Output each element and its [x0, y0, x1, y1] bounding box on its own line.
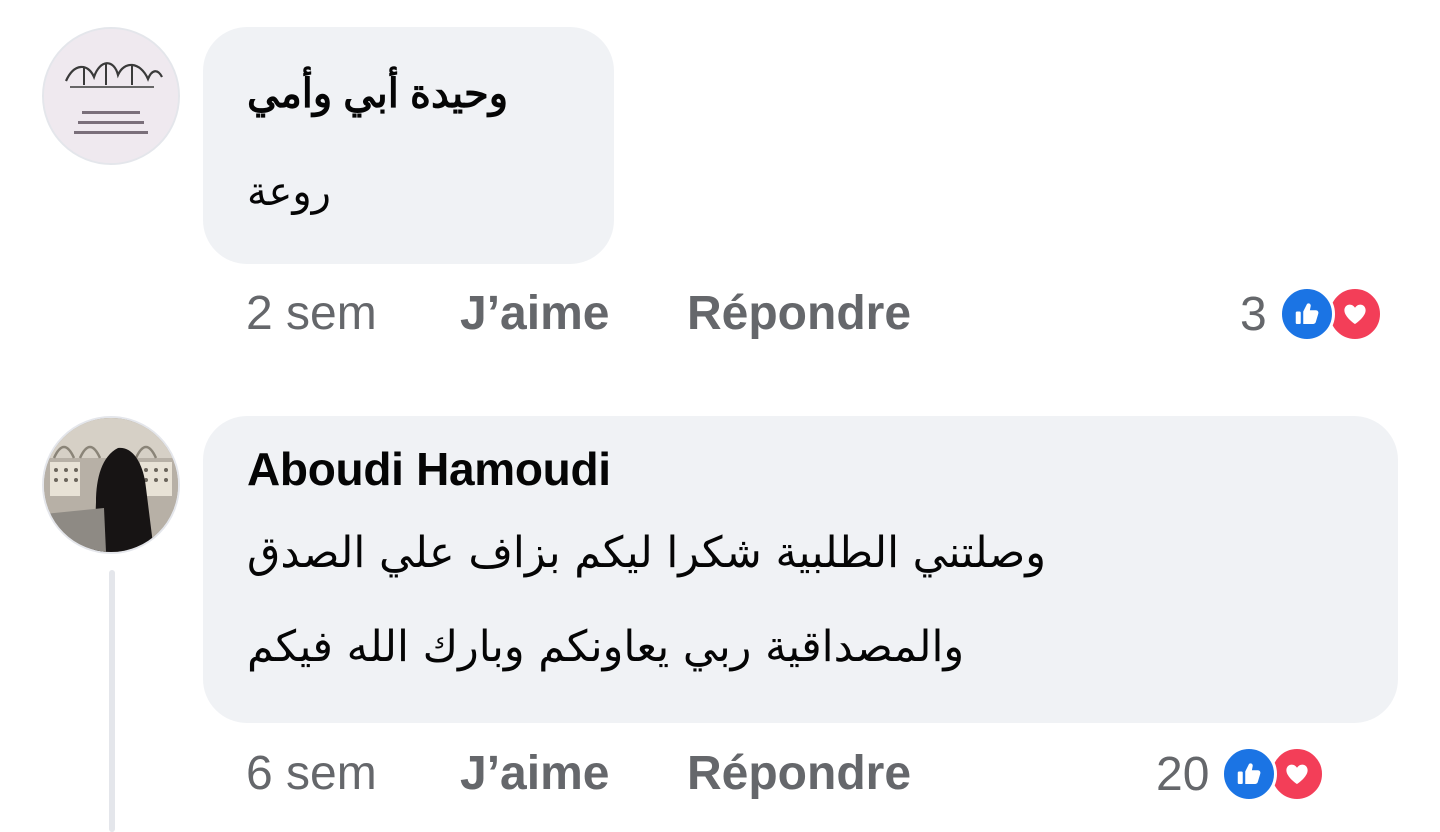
love-reaction-icon — [1326, 286, 1383, 342]
avatar[interactable] — [42, 416, 180, 554]
reactions-summary[interactable]: 20 — [1156, 744, 1326, 804]
like-reaction-icon — [1278, 286, 1335, 342]
comment-author[interactable]: Aboudi Hamoudi — [247, 442, 611, 496]
comment-text-line: وصلتني الطلبية شكرا ليكم بزاف علي الصدق — [247, 528, 1046, 578]
reaction-count: 20 — [1156, 747, 1210, 801]
reply-button[interactable]: Répondre — [687, 746, 911, 801]
comments-thread: وحيدة أبي وأمي روعة 2 sem J’aime Répondr… — [0, 0, 1440, 832]
thread-connector — [109, 570, 115, 832]
love-reaction-icon — [1269, 746, 1326, 802]
comment-bubble: Aboudi Hamoudi وصلتني الطلبية شكرا ليكم … — [203, 416, 1398, 723]
comment-author[interactable]: وحيدة أبي وأمي — [247, 71, 508, 117]
comment-bubble: وحيدة أبي وأمي روعة — [203, 27, 614, 264]
like-button[interactable]: J’aime — [460, 286, 609, 341]
comment-timestamp[interactable]: 6 sem — [246, 746, 377, 801]
calligraphy-avatar-icon — [44, 29, 178, 163]
avatar[interactable] — [42, 27, 180, 165]
comment-text: روعة — [247, 169, 331, 215]
like-reaction-icon — [1221, 746, 1278, 802]
reactions-summary[interactable]: 3 — [1240, 284, 1383, 344]
comment-text-line: والمصداقية ربي يعاونكم وبارك الله فيكم — [247, 622, 965, 672]
reply-button[interactable]: Répondre — [687, 286, 911, 341]
reaction-count: 3 — [1240, 287, 1267, 341]
like-button[interactable]: J’aime — [460, 746, 609, 801]
comment-timestamp[interactable]: 2 sem — [246, 286, 377, 341]
mosque-photo-avatar-icon — [44, 418, 178, 552]
